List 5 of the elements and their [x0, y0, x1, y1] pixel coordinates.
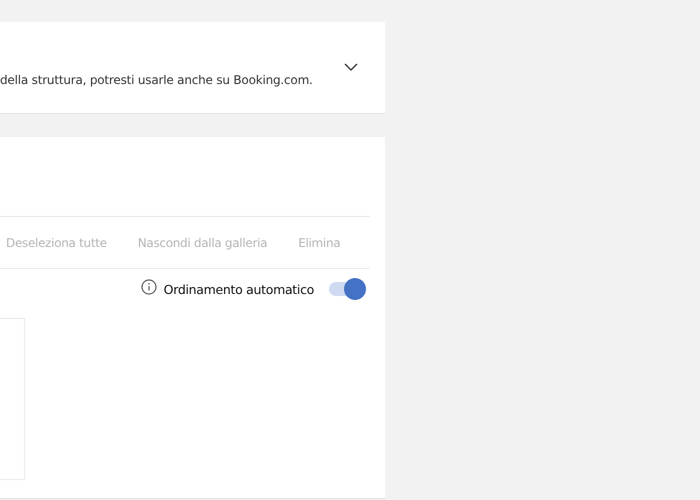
info-icon — [140, 279, 157, 295]
chevron-icon[interactable] — [343, 61, 359, 73]
auto-sort-toggle[interactable] — [328, 278, 366, 300]
auto-sort-label: Ordinamento automatico — [164, 282, 314, 296]
info-text: della struttura, potresti usarle anche su Booking.com. — [0, 73, 313, 87]
